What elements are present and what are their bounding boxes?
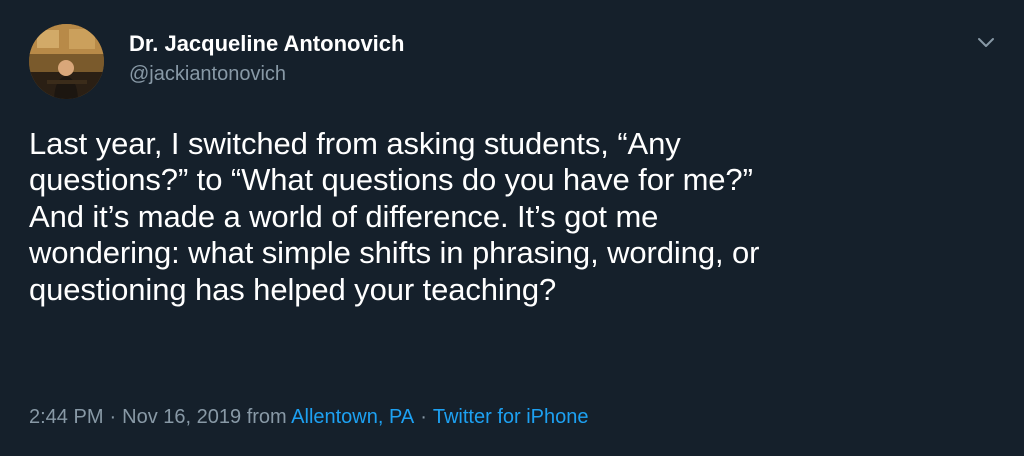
- tweet-meta: 2:44 PM · Nov 16, 2019 from Allentown, PA ·…: [29, 403, 588, 431]
- location-link[interactable]: Allentown, PA: [291, 406, 414, 428]
- from-label: from: [246, 406, 287, 428]
- tweet-text-line: And it’s made a world of difference. It’…: [29, 198, 659, 234]
- tweet-text-line: wondering: what simple shifts in phrasin…: [29, 235, 760, 271]
- tweet-time[interactable]: 2:44 PM: [29, 406, 103, 428]
- author-display-name[interactable]: Dr. Jacqueline Antonovich: [129, 30, 404, 58]
- tweet-date[interactable]: Nov 16, 2019: [122, 406, 241, 428]
- chevron-down-icon[interactable]: [974, 30, 998, 54]
- avatar[interactable]: [29, 24, 104, 99]
- tweet-card: Dr. Jacqueline Antonovich @jackiantonovi…: [0, 0, 1024, 456]
- tweet-text-line: Last year, I switched from asking studen…: [29, 126, 681, 161]
- avatar-photo: [29, 24, 104, 99]
- author-block: Dr. Jacqueline Antonovich @jackiantonovi…: [129, 30, 404, 88]
- tweet-text-line: questioning has helped your teaching?: [29, 271, 557, 307]
- meta-separator: ·: [109, 406, 117, 428]
- author-handle[interactable]: @jackiantonovich: [129, 60, 404, 88]
- meta-separator: ·: [420, 406, 427, 428]
- tweet-text: Last year, I switched from asking studen…: [29, 126, 989, 308]
- source-link[interactable]: Twitter for iPhone: [433, 406, 589, 428]
- tweet-text-line: questions?” to “What questions do you ha…: [29, 162, 753, 198]
